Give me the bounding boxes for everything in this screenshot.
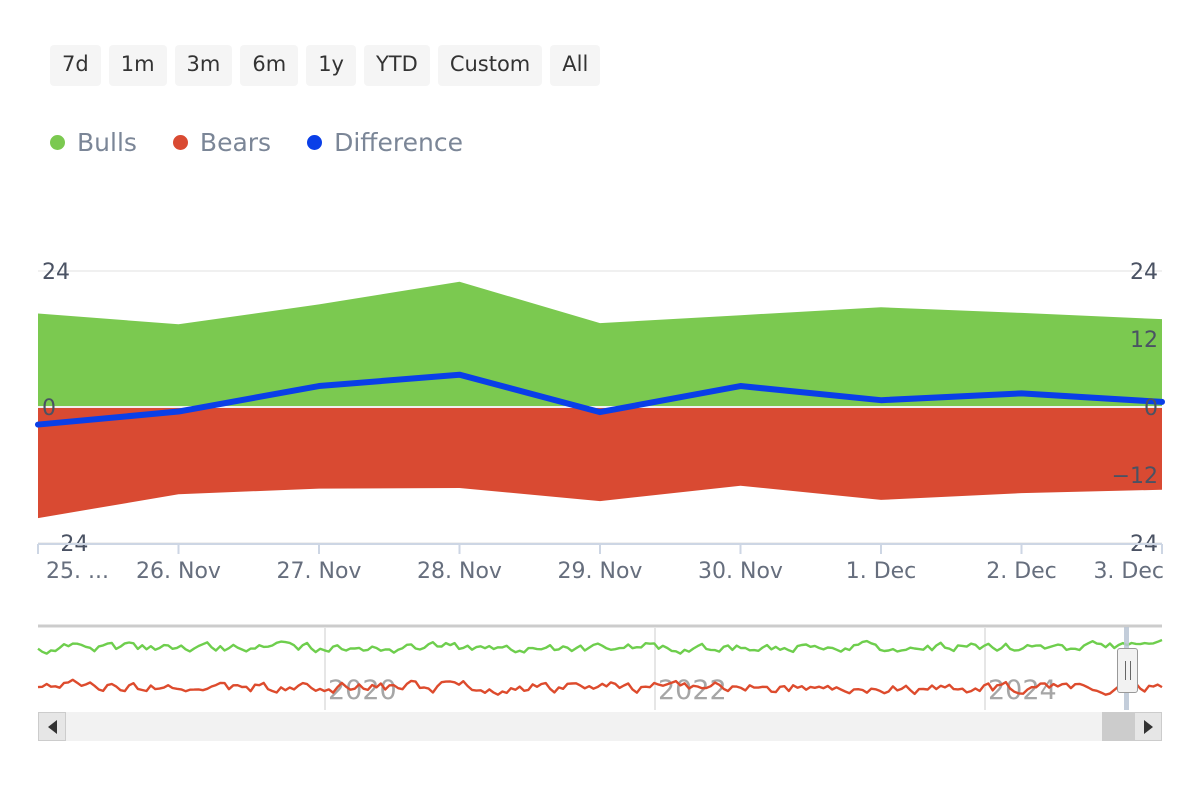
stock-chart-container: 7d 1m 3m 6m 1y YTD Custom All Bulls Bears Differe… [0,0,1200,800]
navigator-background[interactable] [38,624,1162,710]
legend-marker-icon [307,135,323,150]
scrollbar-thumb[interactable] [1102,712,1134,741]
range-3m[interactable]: 3m [174,45,233,86]
chart-scrollbar[interactable] [38,712,1162,741]
legend-item-bulls[interactable]: Bulls [50,130,137,155]
navigator-series-bears [37,678,1163,696]
legend-item-difference[interactable]: Difference [307,130,463,155]
x-axis [37,543,1163,554]
navigator[interactable]: 2020 2022 2024 [37,624,1163,710]
legend-label: Bulls [77,128,137,157]
y-axis-tick-label-left: 0 [42,396,56,421]
range-ytd[interactable]: YTD [363,45,430,86]
range-selector: 7d 1m 3m 6m 1y YTD Custom All [50,45,601,86]
legend-label: Difference [334,128,463,157]
y-axis-tick-label-right: 0 [1144,396,1158,421]
chart-legend: Bulls Bears Difference [50,130,463,155]
x-axis-tick-label: 27. Nov [277,559,362,584]
legend-item-bears[interactable]: Bears [172,128,272,157]
arrow-left-icon [47,719,57,734]
legend-label: Bears [199,128,272,157]
series-areas [38,281,1162,519]
y-axis-tick-label-left: −24 [42,532,88,557]
x-axis-tick-label: 1. Dec [846,559,917,584]
y-axis-tick-label-right: 24 [1130,260,1158,285]
y-axis-tick-label-right: −24 [1112,532,1158,557]
scrollbar-track[interactable] [66,712,1134,741]
legend-marker-icon [50,135,65,150]
y-axis-labels-right: 24 12 0 −12 −24 [1112,260,1158,557]
scrollbar-left-button[interactable] [38,712,66,741]
y-axis-tick-label-right: −12 [1112,464,1158,489]
x-axis-tick-label: 26. Nov [136,559,221,584]
y-axis-tick-label-left: 24 [42,260,70,285]
grid-lines [38,270,1162,544]
scrollbar-right-button[interactable] [1134,712,1162,741]
line-series-difference [35,371,1165,428]
x-axis-tick-label: 25. ... [46,559,109,584]
y-axis-tick-label-right: 12 [1130,328,1158,353]
range-6m[interactable]: 6m [240,45,299,86]
navigator-year-label: 2022 [658,675,727,706]
navigator-year-label: 2024 [988,675,1057,706]
x-axis-labels: 25. ... 26. Nov 27. Nov 28. Nov 29. Nov 30. N… [46,559,1164,584]
x-axis-tick-label: 3. Dec [1093,559,1164,584]
arrow-right-icon [1143,719,1153,734]
navigator-series-bulls [37,638,1163,655]
x-axis-tick-label: 28. Nov [417,559,502,584]
y-axis-labels-left: 24 0 −24 [42,260,88,557]
x-axis-tick-label: 29. Nov [558,559,643,584]
range-7d[interactable]: 7d [50,45,101,86]
grip-line-icon [1129,661,1131,680]
x-axis-tick-label: 30. Nov [698,559,783,584]
range-custom[interactable]: Custom [437,45,543,86]
x-axis-tick-label: 2. Dec [986,559,1057,584]
area-series-bears [38,407,1162,519]
range-1y[interactable]: 1y [306,45,356,86]
range-1m[interactable]: 1m [108,45,167,86]
difference-line [35,371,1165,428]
plot-area-wrapper: 24 0 −24 24 12 0 −12 −24 25. ... 26. Nov 27. Nov… [0,0,1200,800]
grip-line-icon [1124,661,1126,680]
navigator-year-label: 2020 [328,675,397,706]
chart-svg: 24 0 −24 24 12 0 −12 −24 25. ... 26. Nov 27. Nov… [35,260,1165,710]
legend-marker-icon [172,135,188,150]
range-all[interactable]: All [550,45,601,86]
navigator-right-handle[interactable] [1117,648,1138,693]
area-series-bulls [38,281,1162,407]
